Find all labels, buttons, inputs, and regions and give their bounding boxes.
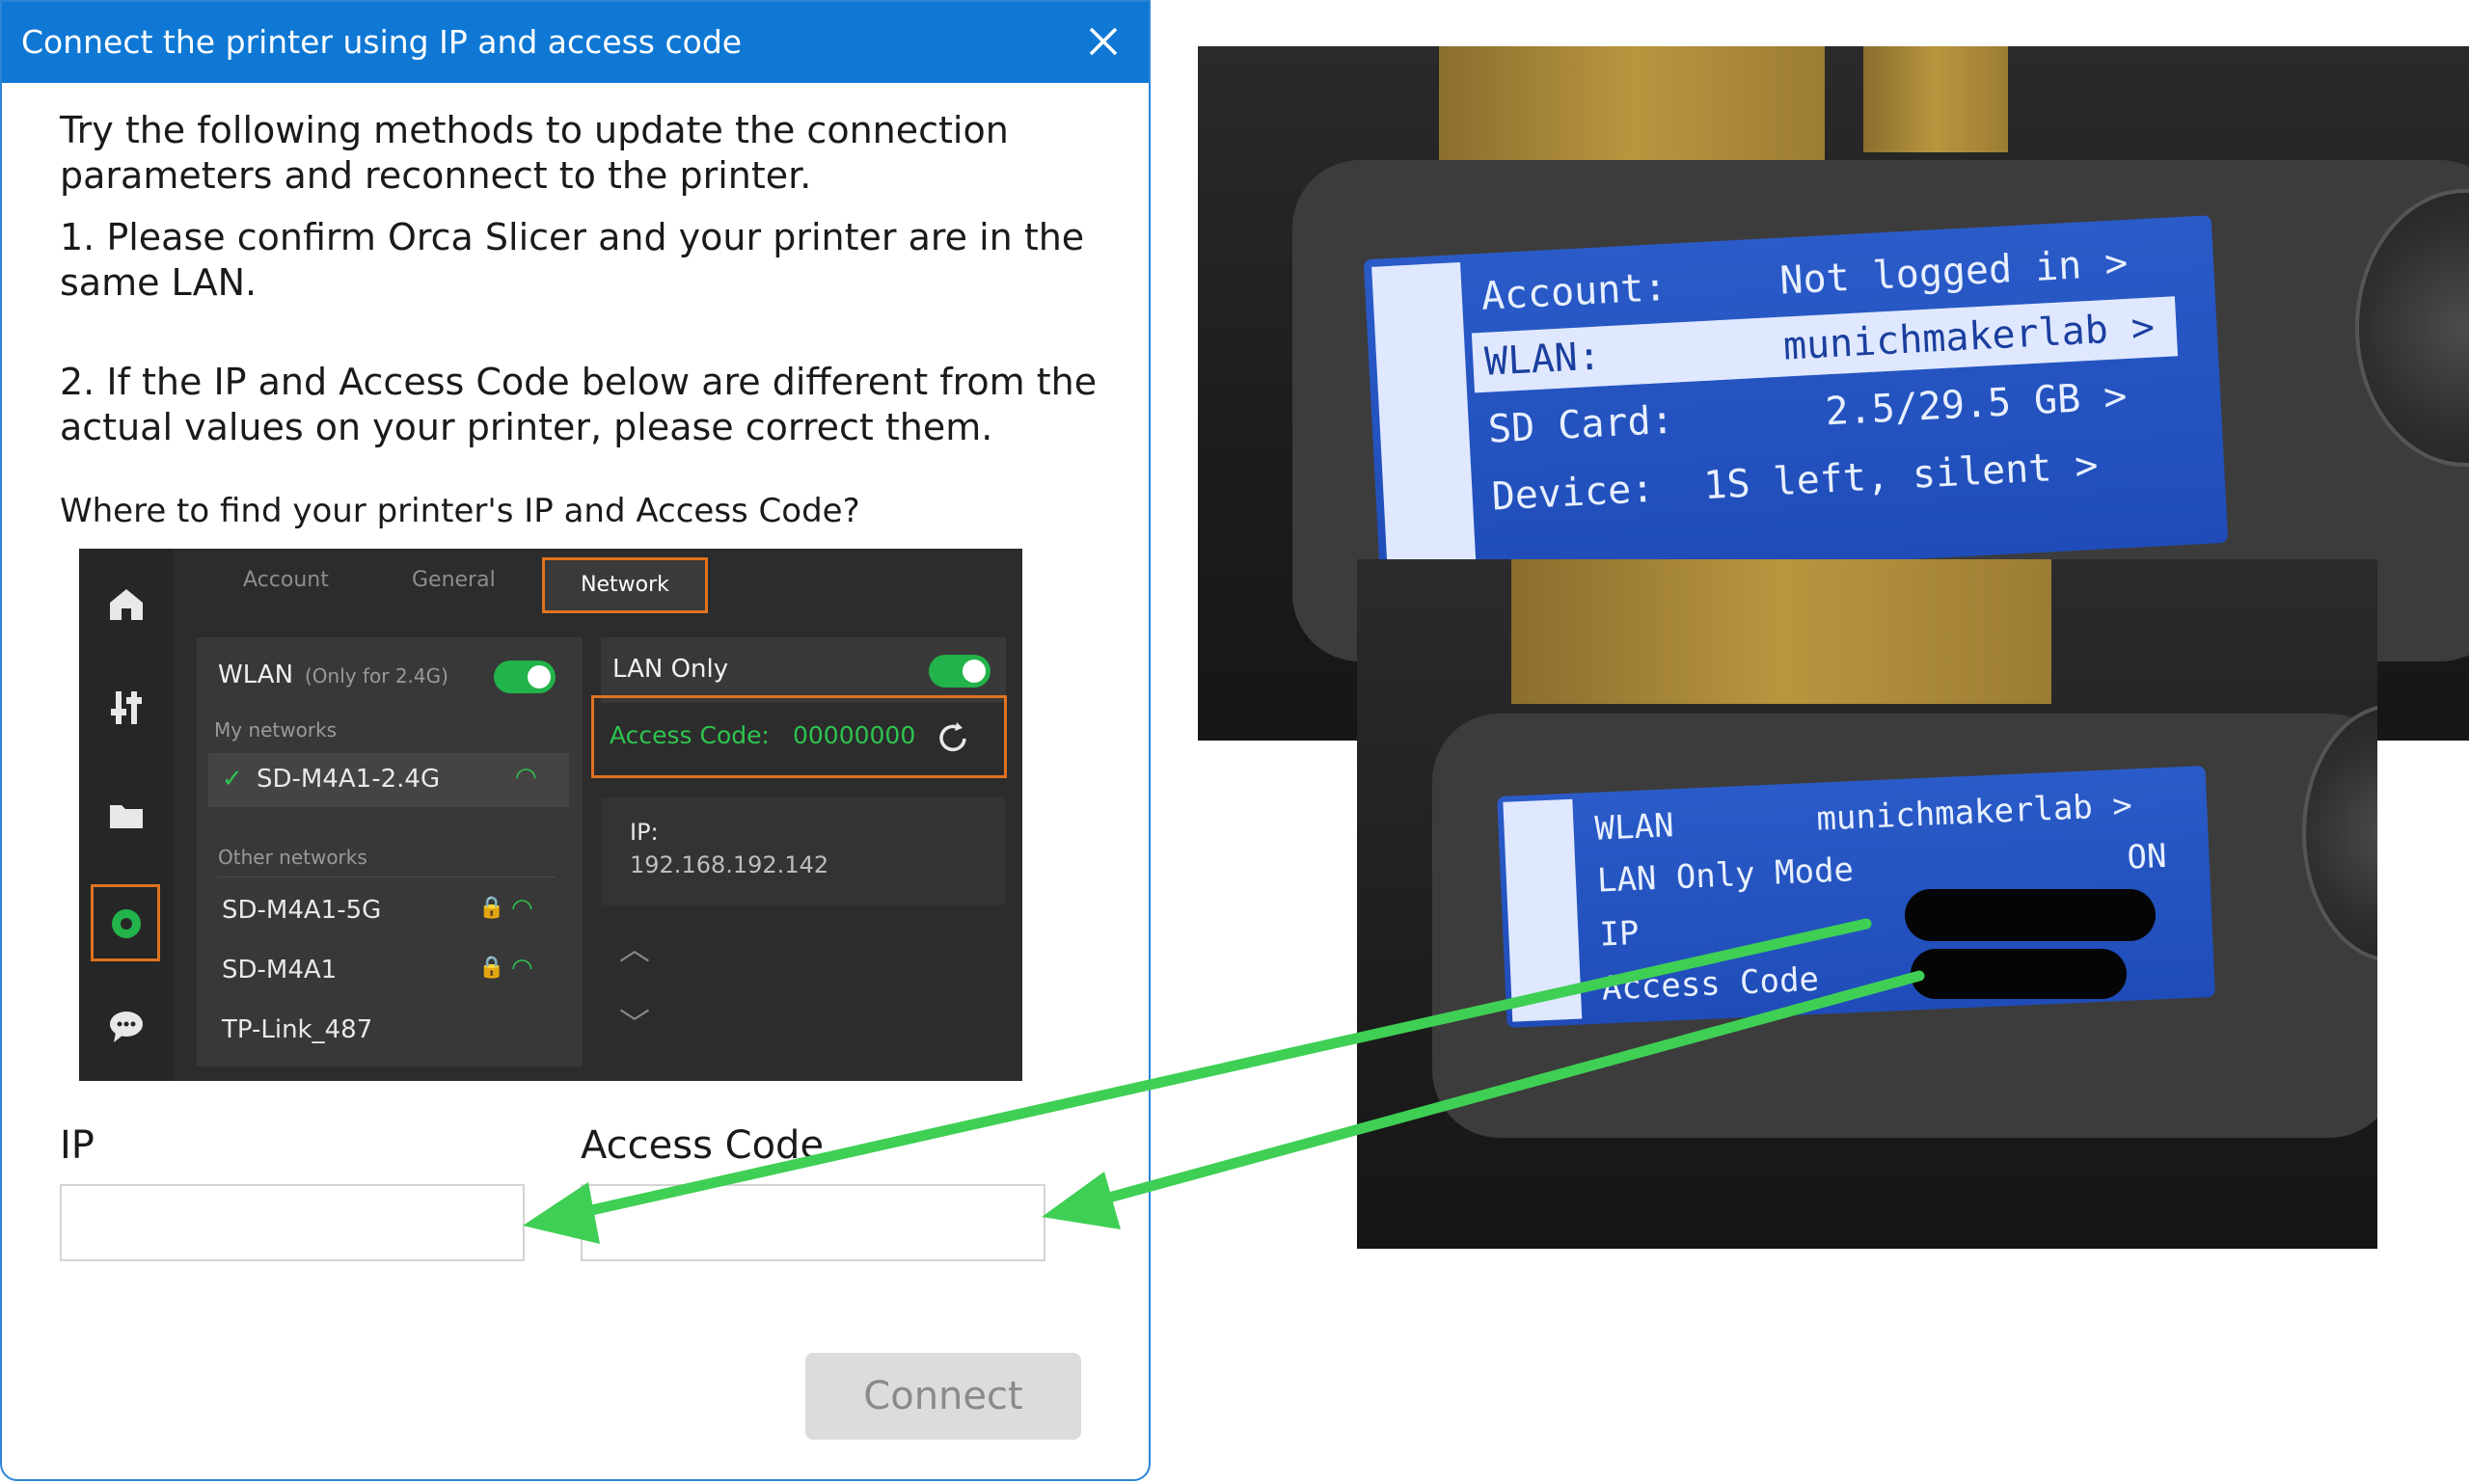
wlan-label: WLAN (218, 661, 294, 689)
lcd-row-value: 1S left, silent > (1702, 443, 2100, 509)
tab-general[interactable]: General (412, 568, 496, 592)
wlan-toggle[interactable] (494, 661, 556, 693)
lcd-row-label: IP (1598, 913, 1641, 955)
step2-text: 2. If the IP and Access Code below are d… (60, 361, 1098, 448)
lcd-row-value: ON (2126, 836, 2168, 877)
mini-ip-box: IP: 192.168.192.142 (601, 797, 1006, 905)
lcd-row-label: WLAN: (1483, 334, 1602, 385)
check-icon: ✓ (222, 765, 243, 794)
mini-access-code-label: Access Code: (610, 721, 770, 749)
connect-dialog: Connect the printer using IP and access … (0, 0, 1151, 1481)
filament-spool (1863, 46, 2008, 152)
help-link[interactable]: Where to find your printer's IP and Acce… (60, 489, 860, 534)
lcd-sidebar (1503, 798, 1583, 1022)
lcd-sidebar (1371, 262, 1477, 576)
lcd-row-value: 2.5/29.5 GB > (1824, 374, 2129, 435)
lcd-row-label: SD Card: (1486, 397, 1675, 452)
lcd-row-label: WLAN (1593, 806, 1675, 849)
ip-label: IP (60, 1123, 95, 1168)
sliders-icon (111, 691, 142, 724)
printer-screen-photo-bottom: WLAN munichmakerlab > LAN Only Mode ON I… (1357, 559, 2377, 1249)
home-icon (110, 589, 143, 620)
wifi-icon: ◠ (511, 894, 533, 923)
gear-icon (112, 909, 141, 938)
access-code-label: Access Code (581, 1123, 825, 1168)
connect-button[interactable]: Connect (805, 1353, 1081, 1440)
network-item[interactable]: SD-M4A1 (222, 956, 337, 985)
network-item[interactable]: SD-M4A1-5G (222, 896, 381, 925)
wlan-panel: WLAN (Only for 2.4G) My networks ✓ SD-M4… (197, 637, 583, 1066)
mini-sidebar (79, 549, 174, 1081)
lan-only-row: LAN Only (601, 637, 1006, 703)
lan-only-toggle[interactable] (929, 655, 990, 688)
mini-access-code-value: 00000000 (793, 721, 916, 749)
wifi-icon: ◠ (511, 954, 533, 983)
lan-only-label: LAN Only (612, 655, 729, 684)
folder-icon (110, 805, 143, 828)
lcd-row-value: munichmakerlab > (1815, 786, 2133, 839)
mini-ip-value: 192.168.192.142 (630, 851, 829, 878)
intro-text: Try the following methods to update the … (60, 109, 1009, 197)
current-network-name: SD-M4A1-2.4G (257, 765, 441, 794)
network-item[interactable]: TP-Link_487 (222, 1015, 372, 1044)
filament-spool (1439, 46, 1825, 172)
other-networks-label: Other networks (218, 846, 367, 869)
tab-network[interactable]: Network (542, 557, 708, 613)
redaction-access-code (1911, 949, 2127, 999)
lcd-row-value: Not logged in > (1778, 240, 2130, 304)
lcd-row-label: Access Code (1601, 959, 1820, 1009)
chevron-down-icon[interactable]: ﹀ (619, 1000, 650, 1044)
refresh-icon[interactable] (932, 717, 974, 760)
lcd-screen: Account: Not logged in > WLAN: munichmak… (1363, 215, 2229, 587)
chat-icon (110, 1012, 143, 1042)
lcd-row-label: LAN Only Mode (1596, 850, 1855, 901)
lcd-row-label: Account: (1479, 264, 1669, 319)
mini-ip-label: IP: (630, 819, 659, 846)
wlan-note: (Only for 2.4G) (305, 664, 448, 688)
redaction-ip (1905, 889, 2156, 941)
dialog-titlebar: Connect the printer using IP and access … (2, 2, 1149, 83)
access-code-input[interactable] (581, 1184, 1045, 1261)
dialog-title: Connect the printer using IP and access … (21, 23, 743, 61)
filament-spool (1511, 559, 2051, 704)
my-networks-label: My networks (214, 718, 338, 742)
lock-icon: 🔒 (478, 896, 505, 920)
lock-icon: 🔒 (478, 956, 505, 980)
step1-text: 1. Please confirm Orca Slicer and your p… (60, 216, 1085, 304)
tab-account[interactable]: Account (243, 568, 329, 592)
wifi-icon: ◠ (515, 763, 537, 792)
access-code-highlight: Access Code: 00000000 (591, 695, 1007, 778)
chevron-up-icon[interactable]: ︿ (619, 925, 650, 969)
close-icon[interactable] (1079, 17, 1127, 66)
current-network-row[interactable]: ✓ SD-M4A1-2.4G ◠ (208, 753, 569, 807)
lcd-row-label: Device: (1490, 466, 1656, 520)
printer-network-screenshot: Account General Network WLAN (Only for 2… (79, 549, 1022, 1081)
ip-input[interactable] (60, 1184, 525, 1261)
